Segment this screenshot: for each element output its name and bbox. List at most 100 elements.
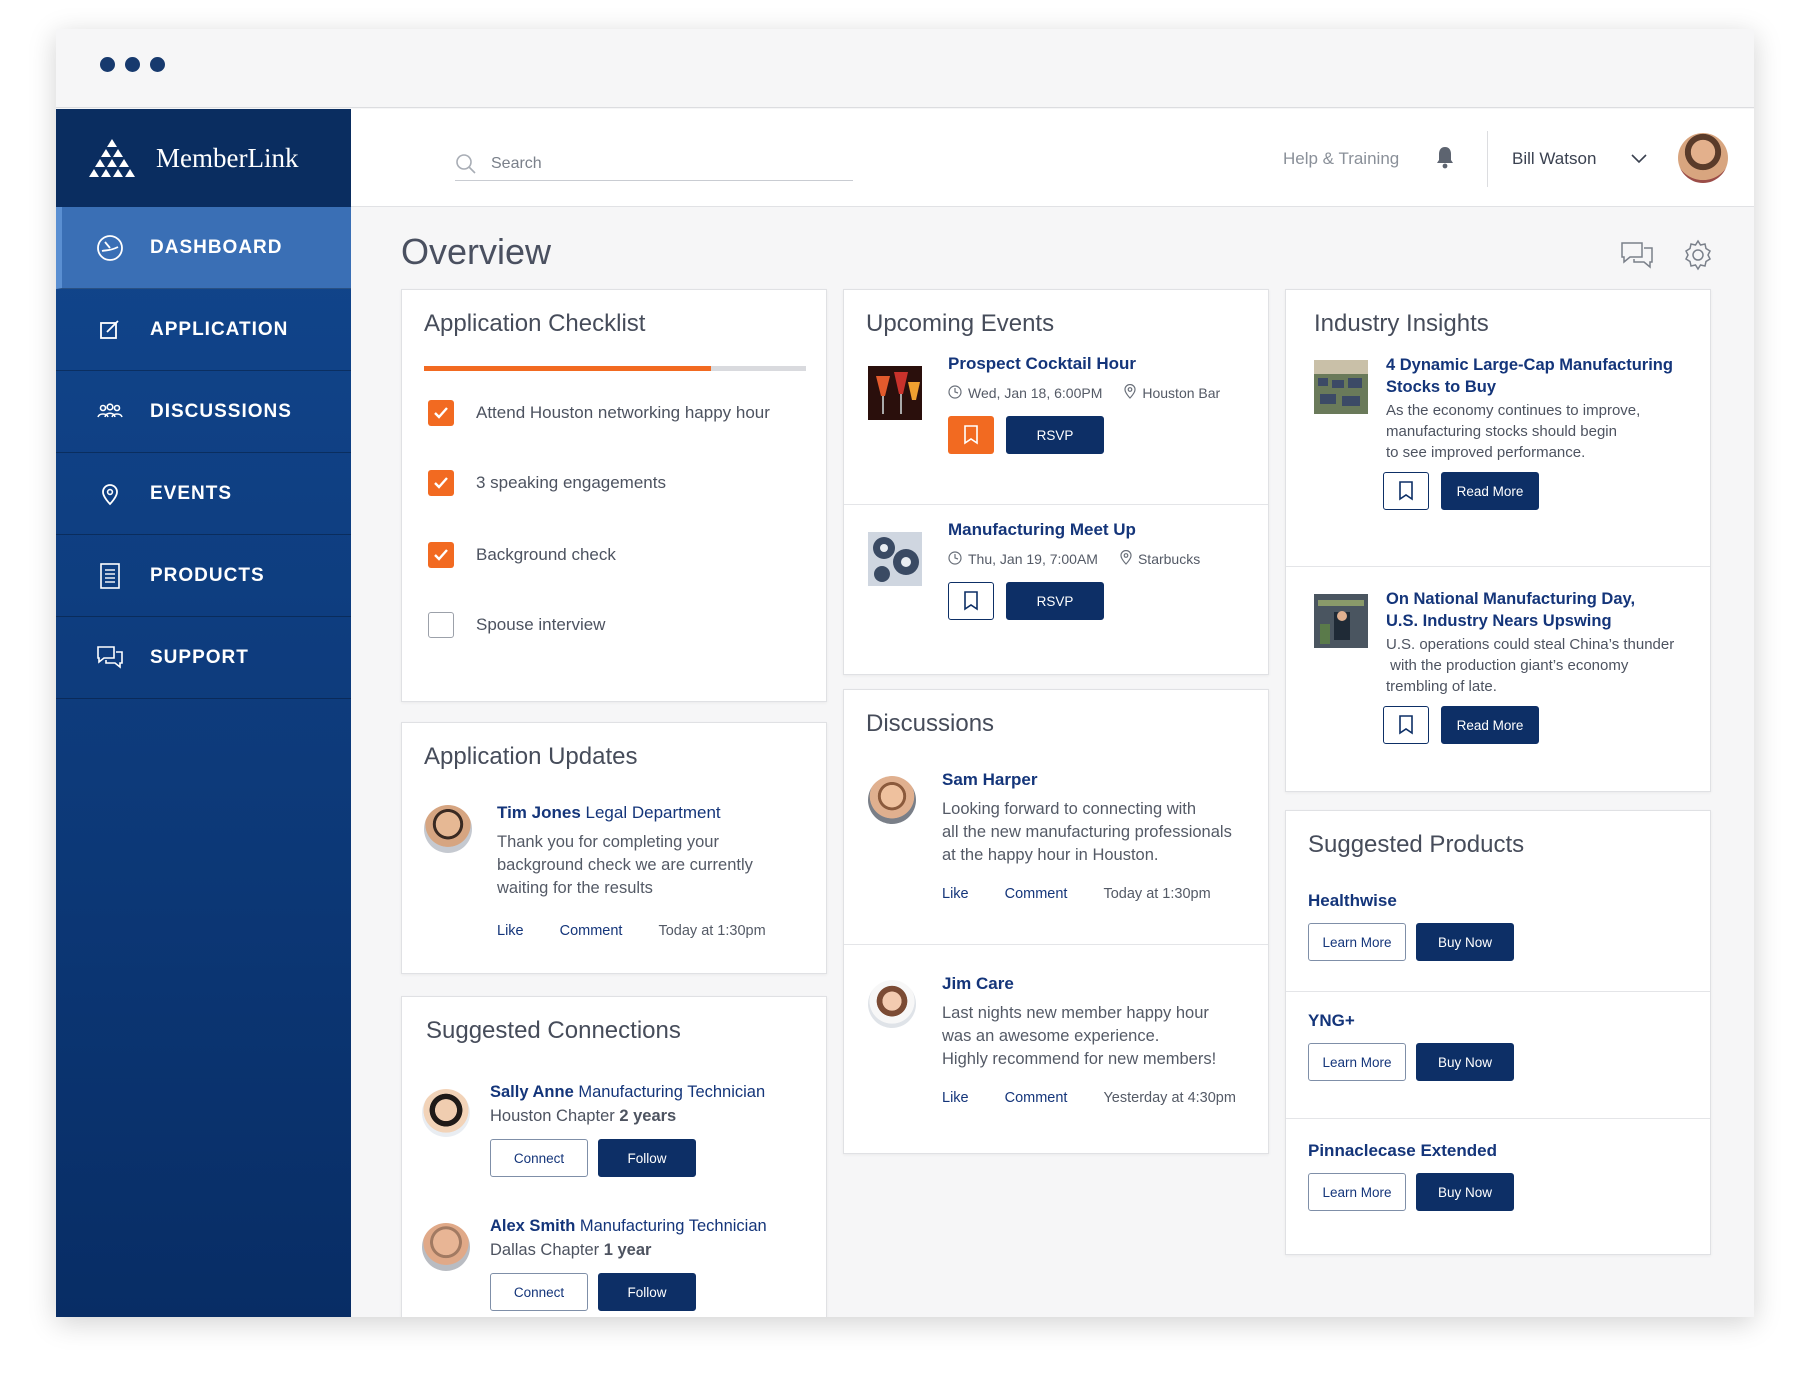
comment-link[interactable]: Comment xyxy=(1005,886,1068,902)
avatar[interactable] xyxy=(868,776,916,824)
chevron-down-icon[interactable] xyxy=(1631,151,1647,169)
learn-more-button[interactable]: Learn More xyxy=(1308,1173,1406,1211)
checklist-item[interactable]: 3 speaking engagements xyxy=(428,470,666,496)
avatar[interactable] xyxy=(868,980,916,1028)
follow-button[interactable]: Follow xyxy=(598,1139,696,1177)
brand-logo[interactable]: MemberLink xyxy=(56,109,351,207)
search-bar xyxy=(455,147,853,181)
product-name[interactable]: Pinnaclecase Extended xyxy=(1308,1141,1497,1161)
rsvp-button[interactable]: RSVP xyxy=(1006,416,1104,454)
summary-line: U.S. operations could steal China’s thun… xyxy=(1386,636,1675,653)
connect-button[interactable]: Connect xyxy=(490,1139,588,1177)
user-avatar[interactable] xyxy=(1678,133,1728,183)
window-dot[interactable] xyxy=(125,57,140,72)
person-name[interactable]: Tim Jones xyxy=(497,803,581,822)
like-link[interactable]: Like xyxy=(942,1090,969,1106)
help-training-link[interactable]: Help & Training xyxy=(1283,149,1399,169)
rsvp-button[interactable]: RSVP xyxy=(1006,582,1104,620)
divider xyxy=(1286,566,1710,567)
window-dot[interactable] xyxy=(100,57,115,72)
sidebar-item-label: APPLICATION xyxy=(150,318,289,340)
discussion-message: Last nights new member happy hour was an … xyxy=(942,1002,1216,1071)
checklist-item[interactable]: Attend Houston networking happy hour xyxy=(428,400,770,426)
event-title[interactable]: Prospect Cocktail Hour xyxy=(948,354,1136,374)
person-name[interactable]: Sam Harper xyxy=(942,770,1037,790)
event-thumbnail[interactable] xyxy=(868,366,922,420)
insight-thumbnail[interactable] xyxy=(1314,594,1368,648)
app-window: MemberLink DASHBOARD APPLICATION DISCUSSIO… xyxy=(56,29,1754,1317)
sidebar-item-products[interactable]: PRODUCTS xyxy=(56,535,351,617)
sidebar-nav: DASHBOARD APPLICATION DISCUSSIONS EVENTS PRO… xyxy=(56,207,351,699)
person-name[interactable]: Jim Care xyxy=(942,974,1014,994)
location-pin-icon xyxy=(96,480,124,508)
application-checklist-card: Application Checklist Attend Houston net… xyxy=(401,289,827,702)
person-name[interactable]: Alex Smith xyxy=(490,1217,575,1235)
person-name[interactable]: Sally Anne xyxy=(490,1083,574,1101)
chat-bubbles-icon[interactable] xyxy=(1620,239,1654,271)
location-pin-icon xyxy=(1124,383,1136,402)
read-more-button[interactable]: Read More xyxy=(1441,706,1539,744)
connect-button[interactable]: Connect xyxy=(490,1273,588,1311)
message-line: all the new manufacturing professionals xyxy=(942,823,1232,841)
read-more-button[interactable]: Read More xyxy=(1441,472,1539,510)
insight-title[interactable]: 4 Dynamic Large-Cap Manufacturing Stocks … xyxy=(1386,354,1673,398)
checked-checkbox[interactable] xyxy=(428,470,454,496)
discussion-actions: Like Comment Yesterday at 4:30pm xyxy=(942,1090,1236,1106)
title-line: U.S. Industry Nears Upswing xyxy=(1386,612,1612,630)
product-name[interactable]: YNG+ xyxy=(1308,1011,1355,1031)
insight-item: On National Manufacturing Day, U.S. Indus… xyxy=(1286,588,1710,788)
sidebar-item-events[interactable]: EVENTS xyxy=(56,453,351,535)
buy-now-button[interactable]: Buy Now xyxy=(1416,1043,1514,1081)
comment-link[interactable]: Comment xyxy=(560,923,623,939)
search-input[interactable] xyxy=(491,154,811,173)
sidebar-item-support[interactable]: SUPPORT xyxy=(56,617,351,699)
industry-insights-card: Industry Insights 4 Dynamic Large-Cap Ma… xyxy=(1285,289,1711,792)
checked-checkbox[interactable] xyxy=(428,542,454,568)
like-link[interactable]: Like xyxy=(497,923,524,939)
bookmark-icon[interactable] xyxy=(948,416,994,454)
search-icon xyxy=(456,153,476,174)
comment-link[interactable]: Comment xyxy=(1005,1090,1068,1106)
sidebar-item-dashboard[interactable]: DASHBOARD xyxy=(56,207,351,289)
application-updates-card: Application Updates Tim Jones Legal Depa… xyxy=(401,722,827,974)
window-dot[interactable] xyxy=(150,57,165,72)
bookmark-icon[interactable] xyxy=(1383,706,1429,744)
insight-summary: As the economy continues to improve, manu… xyxy=(1386,400,1640,463)
sidebar-item-application[interactable]: APPLICATION xyxy=(56,289,351,371)
top-bar: Help & Training Bill Watson xyxy=(351,109,1754,207)
like-link[interactable]: Like xyxy=(942,886,969,902)
timestamp: Today at 1:30pm xyxy=(1103,886,1211,902)
sidebar-item-label: DISCUSSIONS xyxy=(150,400,292,422)
person-role: Legal Department xyxy=(585,803,721,822)
sidebar-item-discussions[interactable]: DISCUSSIONS xyxy=(56,371,351,453)
insight-title[interactable]: On National Manufacturing Day, U.S. Indus… xyxy=(1386,588,1635,632)
follow-button[interactable]: Follow xyxy=(598,1273,696,1311)
checked-checkbox[interactable] xyxy=(428,400,454,426)
buy-now-button[interactable]: Buy Now xyxy=(1416,923,1514,961)
divider xyxy=(1286,991,1710,992)
product-name[interactable]: Healthwise xyxy=(1308,891,1397,911)
learn-more-button[interactable]: Learn More xyxy=(1308,923,1406,961)
buy-now-button[interactable]: Buy Now xyxy=(1416,1173,1514,1211)
message-line: Highly recommend for new members! xyxy=(942,1050,1217,1068)
chat-icon xyxy=(96,644,124,672)
avatar[interactable] xyxy=(422,1223,470,1271)
summary-line: manufacturing stocks should begin xyxy=(1386,423,1617,440)
checklist-item[interactable]: Spouse interview xyxy=(428,612,605,638)
gear-icon[interactable] xyxy=(1682,239,1714,271)
card-title: Discussions xyxy=(866,710,995,737)
avatar[interactable] xyxy=(422,1089,470,1137)
insight-thumbnail[interactable] xyxy=(1314,360,1368,414)
bookmark-icon[interactable] xyxy=(1383,472,1429,510)
title-line: On National Manufacturing Day, xyxy=(1386,590,1636,608)
user-name[interactable]: Bill Watson xyxy=(1512,149,1596,169)
event-title[interactable]: Manufacturing Meet Up xyxy=(948,520,1136,540)
learn-more-button[interactable]: Learn More xyxy=(1308,1043,1406,1081)
bookmark-icon[interactable] xyxy=(948,582,994,620)
notification-bell-icon[interactable] xyxy=(1435,145,1455,174)
unchecked-checkbox[interactable] xyxy=(428,612,454,638)
checklist-item[interactable]: Background check xyxy=(428,542,616,568)
avatar[interactable] xyxy=(424,805,472,853)
event-thumbnail[interactable] xyxy=(868,532,922,586)
event-date: Thu, Jan 19, 7:00AM xyxy=(968,551,1098,567)
